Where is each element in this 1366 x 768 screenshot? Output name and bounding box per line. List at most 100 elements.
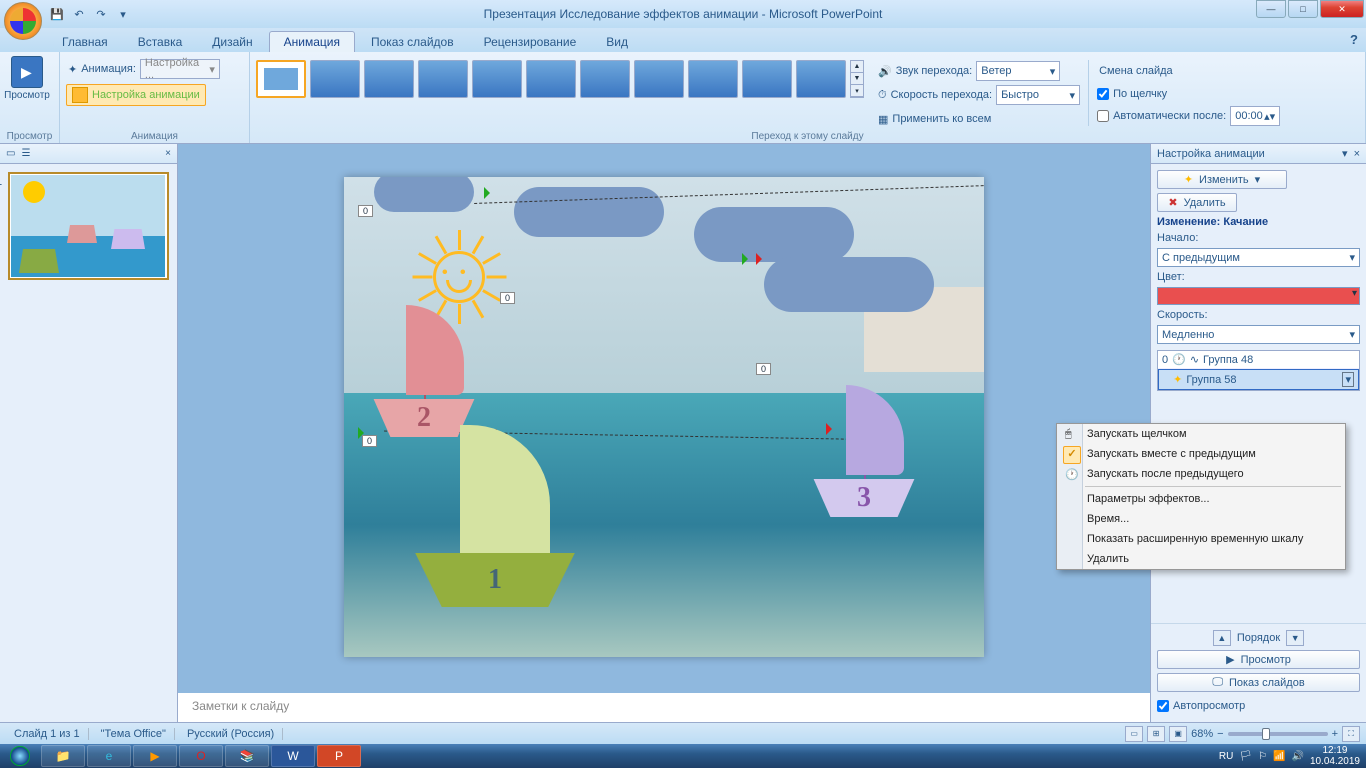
slide[interactable]: • • 2 3 1 0 0 0 [344,177,984,657]
auto-after-checkbox[interactable]: Автоматически после:00:00▴▾ [1097,106,1280,126]
custom-animation-button[interactable]: Настройка анимации [66,84,206,106]
ctx-show-timeline[interactable]: Показать расширенную временную шкалу [1057,529,1345,549]
move-up-button[interactable]: ▲ [1213,630,1231,646]
tab-view[interactable]: Вид [592,32,642,52]
apply-to-all-button[interactable]: ▦Применить ко всем [876,108,1082,130]
delete-effect-button[interactable]: ✖Удалить [1157,193,1237,212]
ribbon-help-icon[interactable]: ? [1350,32,1358,47]
status-slide-number[interactable]: Слайд 1 из 1 [6,728,89,740]
on-click-checkbox[interactable]: По щелчку [1097,84,1280,104]
play-button[interactable]: ▶Просмотр [1157,650,1360,669]
speed-combo[interactable]: Медленно▾ [1157,325,1360,344]
close-button[interactable]: ✕ [1320,0,1364,18]
pane-dropdown-icon[interactable]: ▾ [1342,147,1348,160]
tab-design[interactable]: Дизайн [198,32,266,52]
preview-button[interactable]: Просмотр [6,54,48,103]
slide-thumbnail-1[interactable]: 1 [8,172,169,280]
zoom-slider[interactable] [1228,732,1328,736]
color-combo[interactable] [1157,287,1360,305]
taskbar-media-icon[interactable]: ▶ [133,745,177,767]
maximize-button[interactable]: □ [1288,0,1318,18]
transition-option[interactable] [364,60,414,98]
slides-tab-icon[interactable]: ▭ [6,148,15,159]
taskbar-winrar-icon[interactable]: 📚 [225,745,269,767]
transition-option[interactable] [526,60,576,98]
tab-review[interactable]: Рецензирование [470,32,591,52]
slide-thumbnail-pane: ▭ ☰ × 1 [0,144,178,722]
office-button[interactable] [4,2,42,40]
taskbar-opera-icon[interactable]: O [179,745,223,767]
transition-option[interactable] [634,60,684,98]
status-language[interactable]: Русский (Россия) [179,728,283,740]
zoom-out-button[interactable]: − [1217,728,1223,740]
slideshow-button[interactable]: 🖵Показ слайдов [1157,673,1360,692]
ctx-timing[interactable]: Время... [1057,509,1345,529]
ctx-effect-options[interactable]: Параметры эффектов... [1057,489,1345,509]
transition-gallery-scroll[interactable]: ▲▼▾ [850,60,864,98]
tray-volume-icon[interactable]: 🔊 [1291,751,1303,762]
transition-option[interactable] [310,60,360,98]
tray-flag-icon[interactable]: 🏳 [1239,751,1252,762]
undo-icon[interactable]: ↶ [70,5,88,23]
transition-option[interactable] [688,60,738,98]
fit-to-window-button[interactable]: ⛶ [1342,726,1360,742]
save-icon[interactable]: 💾 [48,5,66,23]
zoom-in-button[interactable]: + [1332,728,1338,740]
animation-combo[interactable]: Настройка ...▾ [140,59,220,79]
transition-sound-combo[interactable]: Ветер▾ [976,61,1060,81]
tab-animation[interactable]: Анимация [269,31,355,52]
close-anim-pane-icon[interactable]: × [1354,148,1360,160]
anim-tag[interactable]: 0 [362,435,377,447]
animation-item-selected[interactable]: 0✦Группа 58▾ [1158,369,1359,390]
zoom-level[interactable]: 68% [1191,728,1213,740]
ctx-delete[interactable]: Удалить [1057,549,1345,569]
slide-canvas-area[interactable]: • • 2 3 1 0 0 0 0 [178,144,1150,690]
tab-home[interactable]: Главная [48,32,122,52]
status-theme[interactable]: "Тема Office" [93,728,175,740]
notes-pane[interactable]: Заметки к слайду [178,690,1150,722]
taskbar-word-icon[interactable]: W [271,745,315,767]
animation-item[interactable]: 0🕐∿Группа 48 [1158,351,1359,369]
taskbar-explorer-icon[interactable]: 📁 [41,745,85,767]
tray-clock[interactable]: 12:1910.04.2019 [1310,745,1360,767]
taskbar-powerpoint-icon[interactable]: P [317,745,361,767]
anim-tag[interactable]: 0 [358,205,373,217]
item-dropdown-icon[interactable]: ▾ [1342,372,1354,387]
close-pane-icon[interactable]: × [165,148,171,159]
clock-icon: 🕐 [1065,468,1079,482]
transition-option[interactable] [580,60,630,98]
autoplay-checkbox[interactable]: Автопросмотр [1157,696,1360,716]
transition-option[interactable] [742,60,792,98]
ctx-start-onclick[interactable]: 🖱Запускать щелчком [1057,424,1345,444]
transition-option[interactable] [418,60,468,98]
move-down-button[interactable]: ▼ [1286,630,1304,646]
outline-tab-icon[interactable]: ☰ [21,148,30,159]
tab-slideshow[interactable]: Показ слайдов [357,32,468,52]
start-button[interactable] [0,744,40,768]
transition-option[interactable] [472,60,522,98]
tray-language[interactable]: RU [1219,751,1233,762]
normal-view-button[interactable]: ▭ [1125,726,1143,742]
change-effect-button[interactable]: ✦Изменить▾ [1157,170,1287,189]
transition-none[interactable] [256,60,306,98]
boat-1-shape[interactable]: 1 [400,553,590,607]
tab-insert[interactable]: Вставка [124,32,197,52]
start-combo[interactable]: С предыдущим▾ [1157,248,1360,267]
tray-network-icon[interactable]: 📶 [1273,751,1285,762]
transition-option[interactable] [796,60,846,98]
boat-3-shape[interactable]: 3 [804,479,924,517]
taskbar-ie-icon[interactable]: e [87,745,131,767]
tray-action-icon[interactable]: ⚐ [1258,751,1267,762]
minimize-button[interactable]: — [1256,0,1286,18]
sorter-view-button[interactable]: ⊞ [1147,726,1165,742]
anim-tag[interactable]: 0 [500,292,515,304]
qat-dropdown-icon[interactable]: ▾ [114,5,132,23]
slideshow-view-button[interactable]: ▣ [1169,726,1187,742]
anim-tag[interactable]: 0 [756,363,771,375]
auto-after-time[interactable]: 00:00▴▾ [1230,106,1280,126]
ctx-start-with-previous[interactable]: Запускать вместе с предыдущим [1057,444,1345,464]
transition-speed-combo[interactable]: Быстро▾ [996,85,1080,105]
ctx-start-after-previous[interactable]: 🕐Запускать после предыдущего [1057,464,1345,484]
effect-change-label: Изменение: Качание [1157,216,1360,228]
redo-icon[interactable]: ↷ [92,5,110,23]
